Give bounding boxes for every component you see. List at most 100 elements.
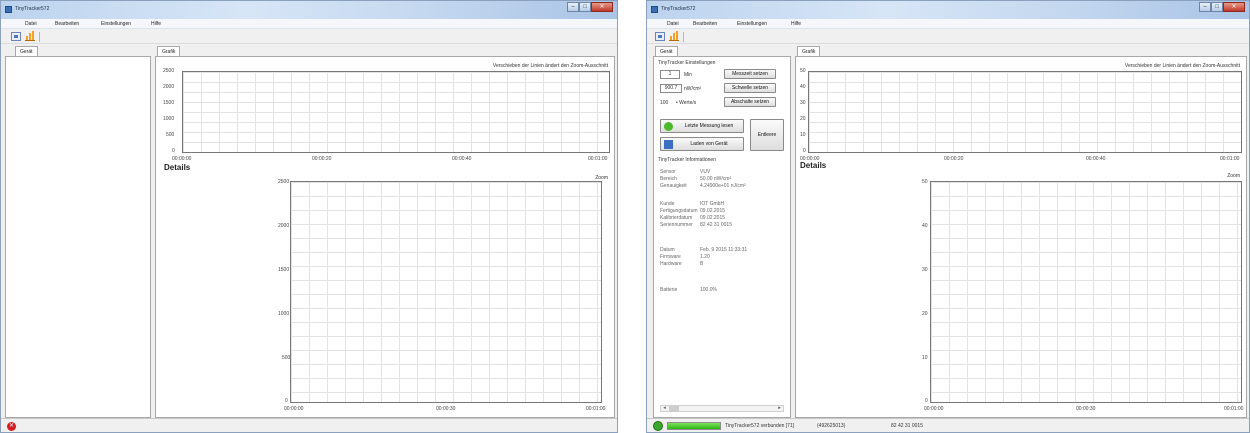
tab-geraet[interactable]: Gerät [655, 46, 678, 56]
chart-bars-icon[interactable] [669, 31, 679, 41]
minimize-button[interactable]: – [1199, 2, 1211, 12]
y-tick: 1500 [278, 267, 290, 273]
status-bar: ✕ [1, 418, 617, 432]
window-title: TinyTracker572 [15, 6, 50, 12]
info-key: Batterie [660, 287, 678, 293]
info-value: 09.02.2015 [700, 208, 726, 214]
menu-bar: Datei Bearbeiten Einstellungen Hilfe [647, 19, 1249, 29]
menu-einstellungen[interactable]: Einstellungen [737, 21, 767, 27]
threshold-unit: nW/cm² [684, 86, 702, 92]
toolbar [1, 29, 617, 44]
app-icon [651, 6, 658, 13]
menu-datei[interactable]: Datei [667, 21, 679, 27]
menu-bearbeiten[interactable]: Bearbeiten [693, 21, 717, 27]
battery-progress [667, 422, 721, 430]
y-tick: 10 [922, 355, 928, 361]
set-interval-button[interactable]: Messzeit setzen [724, 69, 776, 79]
menu-datei[interactable]: Datei [25, 21, 37, 27]
scroll-left-icon[interactable]: ◂ [661, 406, 668, 411]
title-bar[interactable]: TinyTracker572 – □ ✕ [1, 1, 617, 19]
overview-plot[interactable] [182, 71, 610, 153]
close-button[interactable]: ✕ [1223, 2, 1245, 12]
device-panel-empty [5, 56, 151, 418]
delete-button[interactable]: Entleere [750, 119, 784, 151]
set-shutdown-button[interactable]: Abschalte setzen [724, 97, 776, 107]
tab-grafik[interactable]: Grafik [797, 46, 821, 56]
threshold-input[interactable]: 900.7 [660, 84, 682, 93]
refresh-icon [664, 122, 673, 131]
values-count: 100 [660, 100, 669, 106]
y-tick: 30 [922, 267, 928, 273]
scroll-thumb[interactable] [669, 406, 679, 411]
disconnected-icon: ✕ [7, 422, 16, 431]
tab-geraet[interactable]: Gerät [15, 46, 38, 56]
interval-input[interactable]: 1 [660, 70, 680, 79]
horizontal-scrollbar[interactable]: ◂ ▸ [660, 405, 784, 412]
x-tick: 00:00:30 [436, 406, 456, 412]
info-key: Genauigkeit [660, 183, 687, 189]
info-value: 09.02.2015 [700, 215, 726, 221]
menu-einstellungen[interactable]: Einstellungen [101, 21, 131, 27]
info-title: TinyTracker Informationen [658, 157, 716, 163]
main-window-connected: TinyTracker572 – □ ✕ Datei Bearbeiten Ei… [646, 0, 1250, 433]
y-tick: 0 [925, 398, 928, 404]
info-value: 82 42 31 0015 [700, 222, 732, 228]
toolbar-separator [39, 32, 40, 42]
y-tick: 40 [922, 223, 928, 229]
overview-plot[interactable] [808, 71, 1242, 153]
y-tick: 2500 [278, 179, 290, 185]
info-value: 100.0% [700, 287, 717, 293]
x-tick: 00:01:00 [586, 406, 606, 412]
maximize-button[interactable]: □ [579, 2, 591, 12]
info-value: Feb. 9 2015 11:33:31 [700, 247, 748, 253]
device-icon[interactable] [11, 32, 21, 41]
title-bar[interactable]: TinyTracker572 – □ ✕ [647, 1, 1249, 19]
info-key: Hardware [660, 261, 682, 267]
y-tick: 50 [922, 179, 928, 185]
y-tick: 20 [800, 116, 806, 122]
graph-panel: Verschieben der Linien ändert den Zoom-A… [795, 56, 1247, 418]
tab-grafik[interactable]: Grafik [157, 46, 181, 56]
graph-panel: Verschieben der Linien ändert den Zoom-A… [155, 56, 615, 418]
y-tick: 2500 [163, 68, 175, 74]
menu-bar: Datei Bearbeiten Einstellungen Hilfe [1, 19, 617, 29]
details-plot[interactable] [290, 181, 602, 403]
x-tick: 00:00:20 [944, 156, 964, 162]
x-tick: 00:00:00 [172, 156, 192, 162]
info-key: Firmware [660, 254, 681, 260]
x-tick: 00:00:20 [312, 156, 332, 162]
menu-hilfe[interactable]: Hilfe [791, 21, 801, 27]
chart-bars-icon[interactable] [25, 31, 35, 41]
status-device: (492625013) [817, 423, 846, 429]
settings-title: TinyTracker Einstellungen [658, 60, 716, 66]
values-label: • Werte/s [676, 100, 697, 106]
y-tick: 2000 [278, 223, 290, 229]
maximize-button[interactable]: □ [1211, 2, 1223, 12]
y-tick: 0 [172, 148, 175, 154]
details-title: Details [164, 163, 191, 172]
interval-unit: Min [684, 72, 693, 78]
x-tick: 00:00:30 [1076, 406, 1096, 412]
details-plot[interactable] [930, 181, 1242, 403]
y-tick: 1000 [163, 116, 175, 122]
y-tick: 10 [800, 132, 806, 138]
device-icon[interactable] [655, 32, 665, 41]
menu-hilfe[interactable]: Hilfe [151, 21, 161, 27]
y-tick: 500 [166, 132, 175, 138]
main-window-disconnected: TinyTracker572 – □ ✕ Datei Bearbeiten Ei… [0, 0, 618, 433]
scroll-right-icon[interactable]: ▸ [776, 406, 783, 411]
minimize-button[interactable]: – [567, 2, 579, 12]
menu-bearbeiten[interactable]: Bearbeiten [55, 21, 79, 27]
y-tick: 40 [800, 84, 806, 90]
set-threshold-button[interactable]: Schwelle setzen [724, 83, 776, 93]
window-title: TinyTracker572 [661, 6, 696, 12]
y-tick: 50 [800, 68, 806, 74]
load-graph-button[interactable]: Laden von Gerät [660, 137, 744, 151]
x-tick: 00:00:00 [924, 406, 944, 412]
info-value: 4.24900e+01 nJ/cm² [700, 183, 746, 189]
zoom-hint: Verschieben der Linien ändert den Zoom-A… [492, 63, 608, 69]
info-value: IOT GmbH [700, 201, 725, 207]
info-key: Sensor [660, 169, 676, 175]
close-button[interactable]: ✕ [591, 2, 613, 12]
read-last-button[interactable]: Letzte Messung lesen [660, 119, 744, 133]
